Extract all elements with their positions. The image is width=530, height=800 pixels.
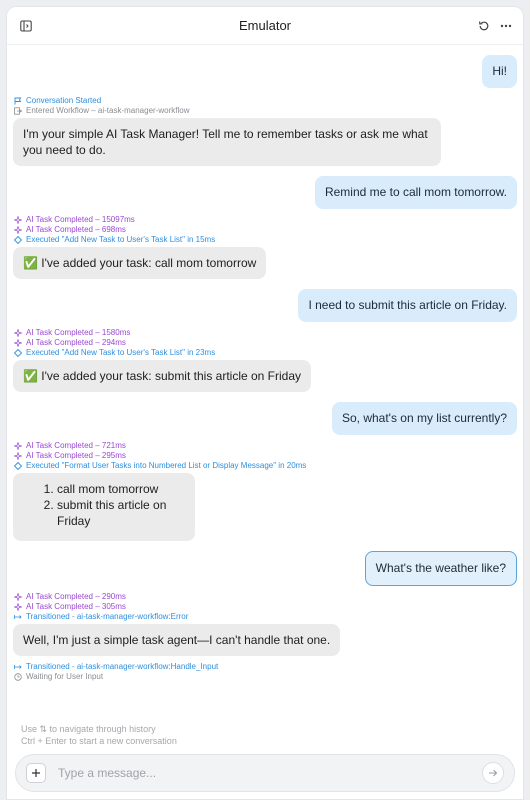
flag-icon	[14, 97, 22, 105]
event-transitioned: Transitioned - ai-task-manager-workflow:…	[7, 662, 523, 672]
list-item: call mom tomorrow	[57, 481, 185, 497]
event-conversation-started: Conversation Started	[7, 96, 523, 106]
event-ai-task: AI Task Completed – 294ms	[7, 338, 523, 348]
user-message-selected[interactable]: What's the weather like?	[364, 551, 517, 586]
event-ai-task: AI Task Completed – 305ms	[7, 602, 523, 612]
event-ai-task: AI Task Completed – 721ms	[7, 441, 523, 451]
event-ai-task: AI Task Completed – 698ms	[7, 225, 523, 235]
message-input[interactable]	[58, 766, 482, 780]
list-item: submit this article on Friday	[57, 497, 185, 529]
user-message: Remind me to call mom tomorrow.	[314, 176, 517, 209]
event-entered-workflow: Entered Workflow – ai-task-manager-workf…	[7, 106, 523, 116]
send-arrow-icon[interactable]	[482, 762, 504, 784]
bot-message: ✅ I've added your task: call mom tomorro…	[13, 247, 267, 279]
sparkle-icon	[14, 226, 22, 234]
refresh-icon[interactable]	[475, 17, 493, 35]
sidebar-toggle-icon[interactable]	[17, 17, 35, 35]
event-executed-action: Executed "Add New Task to User's Task Li…	[7, 348, 523, 358]
enter-workflow-icon	[14, 107, 22, 115]
bot-message: Well, I'm just a simple task agent—I can…	[13, 624, 341, 656]
event-ai-task: AI Task Completed – 290ms	[7, 592, 523, 602]
keyboard-hints: Use ⇅ to navigate through history Ctrl +…	[21, 723, 177, 747]
event-ai-task: AI Task Completed – 15097ms	[7, 215, 523, 225]
transition-icon	[14, 665, 22, 669]
header: Emulator	[7, 7, 523, 45]
bolt-icon	[14, 349, 22, 357]
event-ai-task: AI Task Completed – 1580ms	[7, 328, 523, 338]
wait-icon	[14, 673, 22, 681]
sparkle-icon	[14, 329, 22, 337]
user-message: So, what's on my list currently?	[331, 402, 517, 435]
event-ai-task: AI Task Completed – 295ms	[7, 451, 523, 461]
plus-icon[interactable]	[26, 763, 46, 783]
sparkle-icon	[14, 603, 22, 611]
event-transitioned: Transitioned - ai-task-manager-workflow:…	[7, 612, 523, 622]
page-title: Emulator	[238, 18, 292, 33]
bot-message: ✅ I've added your task: submit this arti…	[13, 360, 312, 392]
user-message: I need to submit this article on Friday.	[298, 289, 517, 322]
bot-task-list: call mom tomorrow submit this article on…	[13, 473, 195, 541]
sparkle-icon	[14, 452, 22, 460]
event-executed-action: Executed "Add New Task to User's Task Li…	[7, 235, 523, 245]
bot-message: I'm your simple AI Task Manager! Tell me…	[13, 118, 441, 166]
history-hint: Use ⇅ to navigate through history	[21, 724, 156, 734]
event-executed-action: Executed "Format User Tasks into Numbere…	[7, 461, 523, 471]
bolt-icon	[14, 236, 22, 244]
emulator-window: Emulator Hi! Conversation Started Entere…	[6, 6, 524, 800]
message-composer	[15, 754, 515, 792]
more-icon[interactable]	[497, 17, 515, 35]
new-conversation-hint: Ctrl + Enter to start a new conversation	[21, 736, 177, 746]
bolt-icon	[14, 462, 22, 470]
sparkle-icon	[14, 442, 22, 450]
user-message: Hi!	[482, 55, 517, 88]
sparkle-icon	[14, 593, 22, 601]
chat-history[interactable]: Hi! Conversation Started Entered Workflo…	[7, 45, 523, 685]
event-waiting: Waiting for User Input	[7, 672, 523, 682]
transition-icon	[14, 615, 22, 619]
sparkle-icon	[14, 216, 22, 224]
sparkle-icon	[14, 339, 22, 347]
